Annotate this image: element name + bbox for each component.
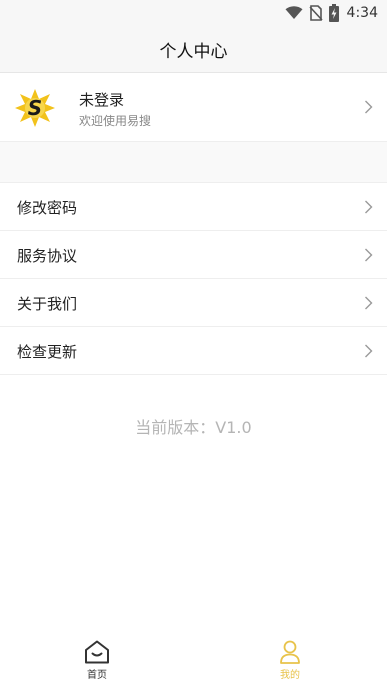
profile-name: 未登录 — [79, 91, 125, 109]
menu-item-about-us[interactable]: 关于我们 — [0, 279, 387, 327]
chevron-right-icon — [365, 100, 373, 114]
menu-item-change-password[interactable]: 修改密码 — [0, 183, 387, 231]
menu-item-service-agreement[interactable]: 服务协议 — [0, 231, 387, 279]
menu-item-check-update[interactable]: 检查更新 — [0, 327, 387, 375]
profile-subtitle: 欢迎使用易搜 — [79, 114, 152, 128]
user-icon — [280, 640, 300, 664]
logo-letter: S — [28, 96, 42, 120]
tab-label: 首页 — [87, 670, 107, 681]
no-sim-icon — [308, 5, 323, 21]
tab-mine[interactable]: 我的 — [260, 640, 320, 686]
version-text: 当前版本：V1.0 — [135, 418, 252, 437]
chevron-right-icon — [365, 248, 373, 262]
tab-home[interactable]: 首页 — [67, 640, 127, 686]
wifi-icon — [285, 6, 303, 19]
menu-item-label: 服务协议 — [17, 247, 78, 265]
page-title: 个人中心 — [159, 41, 228, 62]
menu-item-label: 检查更新 — [17, 343, 78, 361]
section-spacer — [0, 142, 387, 182]
battery-charging-icon — [328, 4, 339, 22]
bottom-tab-bar: 首页 我的 — [0, 634, 387, 688]
profile-row[interactable]: S 未登录 欢迎使用易搜 — [0, 74, 387, 142]
settings-menu: 修改密码 服务协议 关于我们 检查更新 — [0, 182, 387, 375]
header: 个人中心 — [0, 26, 387, 73]
chevron-right-icon — [365, 344, 373, 358]
menu-item-label: 关于我们 — [17, 295, 78, 313]
status-bar: 4:34 — [0, 0, 387, 26]
app-logo-icon: S — [15, 89, 55, 127]
status-time: 4:34 — [346, 5, 378, 21]
chevron-right-icon — [365, 200, 373, 214]
chevron-right-icon — [365, 296, 373, 310]
home-icon — [85, 640, 109, 664]
menu-item-label: 修改密码 — [17, 199, 78, 217]
tab-label: 我的 — [280, 670, 300, 681]
